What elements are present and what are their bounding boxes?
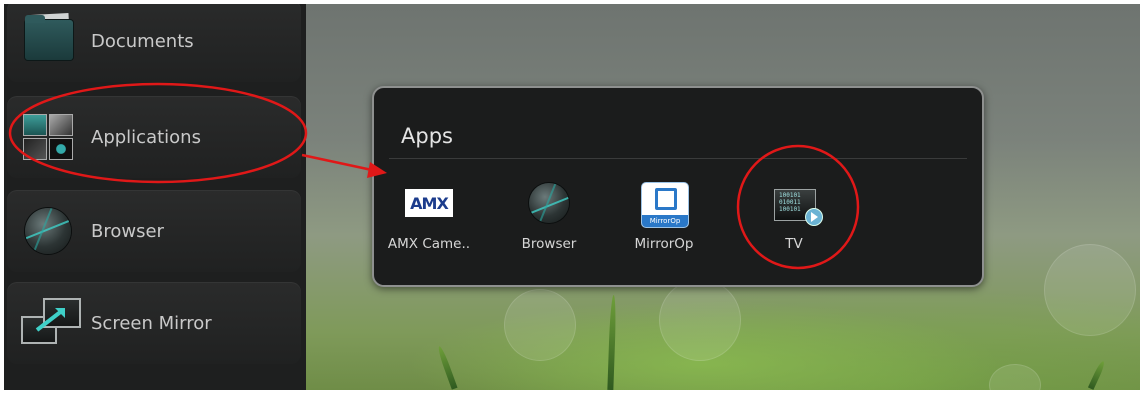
grass-blade (607, 294, 617, 390)
sidebar-item-label: Documents (91, 30, 194, 52)
app-label: TV (785, 236, 803, 252)
browser-globe-icon (19, 206, 77, 256)
app-label: AMX Came.. (387, 236, 471, 252)
dialog-divider (389, 158, 967, 159)
sidebar-item-label: Browser (91, 220, 164, 242)
dialog-title: Apps (401, 124, 453, 148)
app-amx-camera[interactable]: AMX AMX Came.. (379, 183, 479, 252)
browser-globe-icon (525, 183, 573, 227)
background-bokeh (1044, 244, 1136, 336)
app-tv[interactable]: 100101 010011 100101 TV (744, 183, 844, 252)
documents-folder-icon (19, 13, 77, 66)
applications-grid-icon (19, 112, 77, 162)
sidebar-item-applications[interactable]: Applications (7, 96, 301, 178)
sidebar: Documents Applications Browser Screen Mi… (4, 4, 306, 390)
sidebar-item-documents[interactable]: Documents (7, 4, 301, 82)
tv-icon: 100101 010011 100101 (770, 183, 823, 227)
sidebar-item-label: Applications (91, 126, 201, 148)
sidebar-item-label: Screen Mirror (91, 312, 212, 334)
tablet-screen: Documents Applications Browser Screen Mi… (4, 4, 1140, 390)
app-mirrorop[interactable]: MirrorOp MirrorOp (614, 183, 714, 252)
app-label: MirrorOp (634, 236, 694, 252)
apps-dialog: Apps AMX AMX Came.. Browser MirrorOp Mir… (372, 86, 984, 287)
app-label: Browser (521, 236, 577, 252)
amx-camera-icon: AMX (405, 183, 453, 227)
grass-blade (1087, 360, 1107, 390)
background-bokeh (504, 289, 576, 361)
mirrorop-icon: MirrorOp (640, 183, 688, 227)
sidebar-item-screen-mirror[interactable]: Screen Mirror (7, 282, 301, 364)
grass-blade (436, 345, 458, 390)
app-browser[interactable]: Browser (499, 183, 599, 252)
screen-mirror-icon (19, 298, 81, 348)
background-bokeh (659, 279, 741, 361)
background-bokeh (989, 364, 1041, 390)
sidebar-item-browser[interactable]: Browser (7, 190, 301, 272)
